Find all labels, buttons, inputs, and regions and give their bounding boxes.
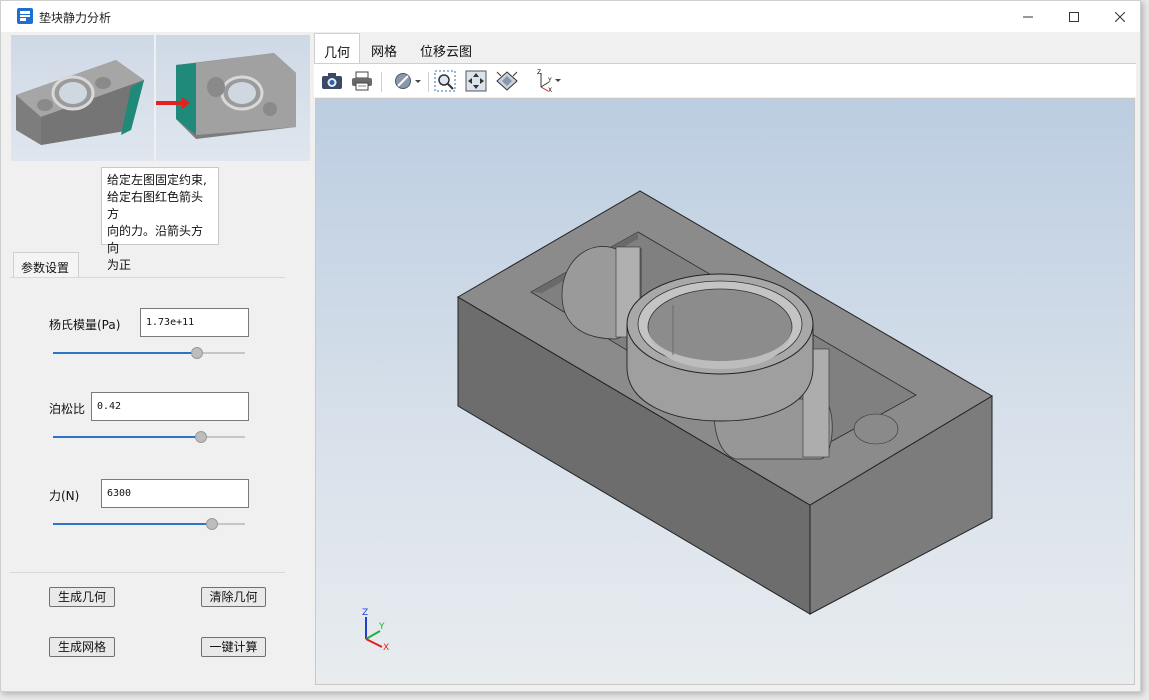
- right-panel: 几何 网格 位移云图 Z Y X Z Y X: [314, 33, 1136, 685]
- section-divider: [10, 572, 285, 573]
- note-line: 给定左图固定约束,: [107, 173, 207, 187]
- display-mode-icon: [395, 73, 421, 89]
- zoom-box-button[interactable]: [432, 69, 458, 93]
- force-arrow-preview: [156, 35, 310, 161]
- fixed-constraint-preview: [11, 35, 154, 161]
- force-label: 力(N): [49, 489, 80, 503]
- view-orientation-icon: [496, 71, 518, 91]
- close-icon: [1115, 11, 1125, 22]
- tab-divider: [10, 277, 285, 278]
- print-button[interactable]: [349, 69, 375, 93]
- svg-text:X: X: [548, 87, 552, 93]
- slider-handle[interactable]: [206, 518, 219, 530]
- axis-z-label: Z: [362, 608, 368, 618]
- generate-mesh-button[interactable]: 生成网格: [49, 637, 115, 657]
- zoom-box-icon: [434, 70, 456, 92]
- axis-triad-icon: ZYX: [537, 69, 561, 93]
- display-mode-dropdown[interactable]: [393, 69, 423, 93]
- viewer-toolbar: ZYX: [314, 63, 1136, 97]
- view-tabs: 几何 网格 位移云图: [314, 33, 1136, 63]
- maximize-icon: [1069, 11, 1079, 22]
- app-window: 垫块静力分析 给定左图固定约束, 给定右图红色箭头方 向的力。沿箭头方向 为正 …: [0, 0, 1141, 692]
- poisson-ratio-label: 泊松比: [49, 402, 86, 416]
- slider-fill: [53, 436, 201, 438]
- fit-view-icon: [465, 70, 487, 92]
- app-grid-icon: [17, 8, 33, 24]
- axis-y-label: Y: [378, 622, 385, 632]
- axis-triad-dropdown[interactable]: ZYX: [532, 69, 564, 93]
- close-button[interactable]: [1097, 1, 1143, 32]
- note-line: 给定右图红色箭头方: [107, 190, 204, 221]
- tab-geometry[interactable]: 几何: [314, 33, 360, 63]
- pad-block-model: Z Y X: [362, 190, 993, 653]
- axis-x-label: X: [383, 643, 389, 653]
- instruction-note: 给定左图固定约束, 给定右图红色箭头方 向的力。沿箭头方向 为正: [101, 167, 219, 272]
- minimize-icon: [1023, 16, 1033, 17]
- youngs-modulus-input[interactable]: 1.73e+11: [140, 308, 249, 337]
- force-input[interactable]: 6300: [101, 479, 249, 508]
- poisson-ratio-input[interactable]: 0.42: [91, 392, 249, 421]
- print-icon: [352, 71, 372, 91]
- slider-handle[interactable]: [191, 347, 203, 359]
- tab-parameter-settings[interactable]: 参数设置: [13, 252, 79, 278]
- youngs-modulus-label: 杨氏模量(Pa): [49, 318, 121, 332]
- slider-fill: [53, 523, 213, 525]
- screenshot-button[interactable]: [319, 69, 345, 93]
- window-title: 垫块静力分析: [39, 11, 112, 25]
- tab-displacement-contour[interactable]: 位移云图: [414, 33, 478, 63]
- view-orientation-button[interactable]: [494, 69, 520, 93]
- 3d-viewport[interactable]: Z Y X: [315, 98, 1135, 685]
- tab-mesh[interactable]: 网格: [362, 33, 406, 63]
- slider-fill: [53, 352, 197, 354]
- poisson-ratio-slider[interactable]: [53, 431, 245, 443]
- one-click-compute-button[interactable]: 一键计算: [201, 637, 266, 657]
- clear-geometry-button[interactable]: 清除几何: [201, 587, 266, 607]
- youngs-modulus-slider[interactable]: [53, 347, 245, 359]
- screenshot-camera-icon: [322, 73, 342, 89]
- axis-triad: Z Y X: [362, 608, 389, 653]
- minimize-button[interactable]: [1005, 1, 1051, 32]
- note-line: 向的力。沿箭头方向: [107, 224, 204, 255]
- force-slider[interactable]: [53, 518, 245, 530]
- svg-text:Z: Z: [537, 69, 541, 76]
- left-panel: 给定左图固定约束, 给定右图红色箭头方 向的力。沿箭头方向 为正 参数设置 杨氏…: [10, 33, 311, 683]
- generate-geometry-button[interactable]: 生成几何: [49, 587, 115, 607]
- title-bar: 垫块静力分析: [1, 1, 1140, 32]
- maximize-button[interactable]: [1051, 1, 1097, 32]
- note-line: 为正: [107, 258, 132, 272]
- slider-handle[interactable]: [194, 431, 207, 443]
- svg-text:Y: Y: [547, 77, 552, 84]
- fit-view-button[interactable]: [463, 69, 489, 93]
